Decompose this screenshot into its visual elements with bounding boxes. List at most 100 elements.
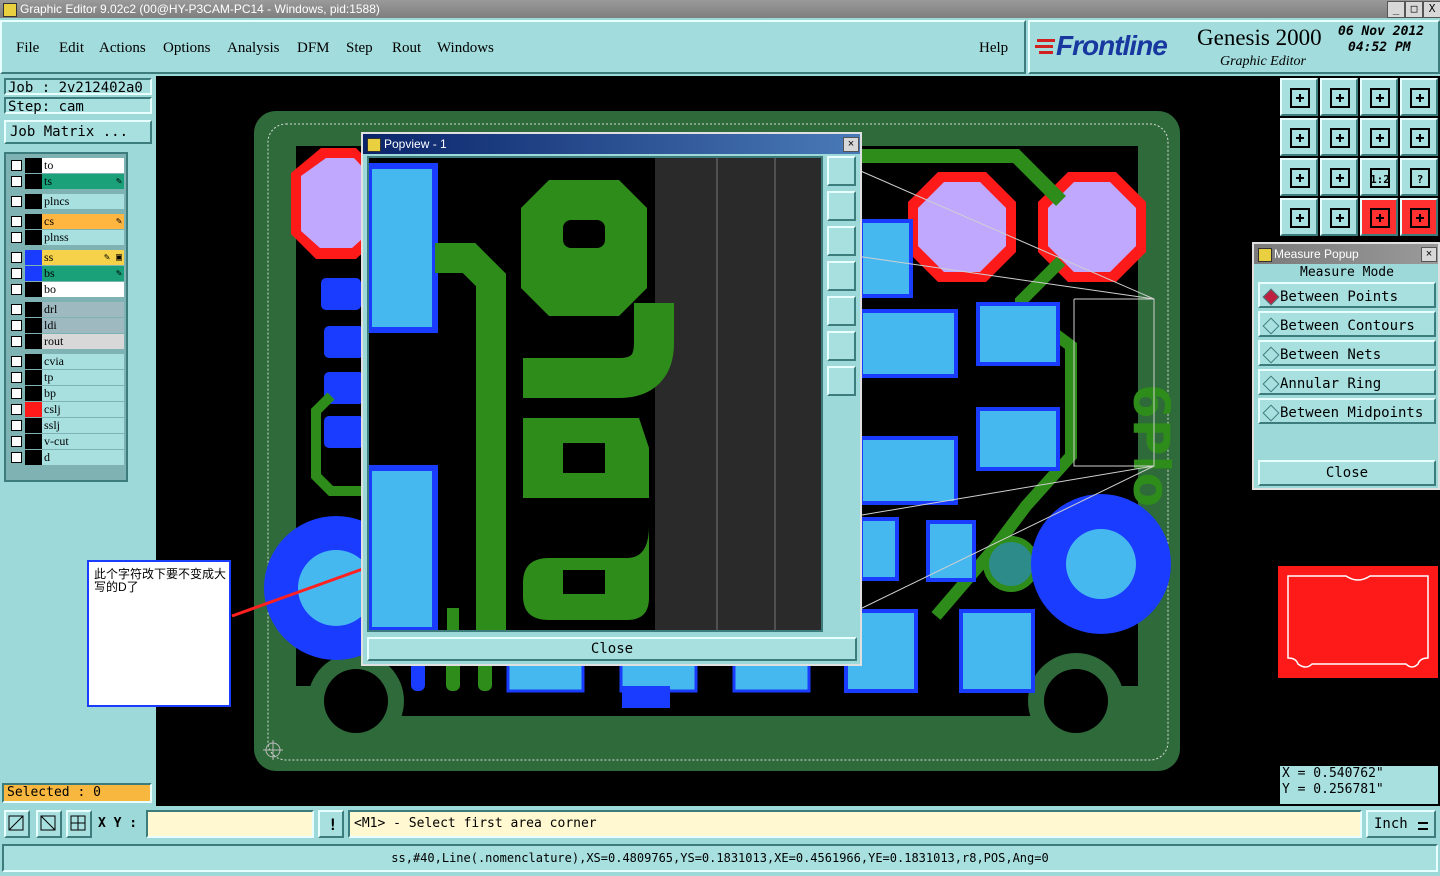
radio-diamond-icon[interactable] (1262, 404, 1280, 422)
layer-checkbox[interactable] (11, 420, 22, 431)
menu-analysis[interactable]: Analysis (227, 40, 280, 57)
snap-alt-icon[interactable] (1400, 198, 1438, 236)
layer-name[interactable]: cvia (42, 354, 124, 369)
layer-name[interactable]: ts (42, 174, 124, 189)
layer-color-swatch[interactable] (25, 194, 42, 209)
layer-row-bp[interactable]: bp (8, 386, 126, 401)
layer-checkbox[interactable] (11, 268, 22, 279)
maximize-button[interactable]: □ (1405, 1, 1423, 18)
layer-row-bs[interactable]: bs ✎ (8, 266, 126, 281)
layer-color-swatch[interactable] (25, 334, 42, 349)
layer-name[interactable]: ldi (42, 318, 124, 333)
layer-checkbox[interactable] (11, 356, 22, 367)
layer-checkbox[interactable] (11, 232, 22, 243)
snap-icon[interactable] (1360, 198, 1398, 236)
center-icon[interactable] (1320, 158, 1358, 196)
measure-option-between-midpoints[interactable]: Between Midpoints (1258, 398, 1436, 424)
layer-name[interactable]: d (42, 450, 124, 465)
popview-close-icon[interactable]: × (843, 137, 859, 152)
layer-color-swatch[interactable] (25, 354, 42, 369)
layer-checkbox[interactable] (11, 372, 22, 383)
layer-color-swatch[interactable] (25, 418, 42, 433)
job-matrix-button[interactable]: Job Matrix ... (4, 120, 152, 144)
layer-checkbox[interactable] (11, 452, 22, 463)
measure-close-button[interactable]: Close (1258, 460, 1436, 486)
board-mini-view[interactable] (1278, 566, 1438, 678)
menu-step[interactable]: Step (346, 40, 373, 57)
layer-checkbox[interactable] (11, 252, 22, 263)
layer-color-swatch[interactable] (25, 174, 42, 189)
layer-checkbox[interactable] (11, 388, 22, 399)
layer-checkbox[interactable] (11, 160, 22, 171)
radio-diamond-icon[interactable] (1262, 375, 1280, 393)
layer-checkbox[interactable] (11, 284, 22, 295)
layer-row-sslj[interactable]: sslj (8, 418, 126, 433)
layer-color-swatch[interactable] (25, 370, 42, 385)
layer-color-swatch[interactable] (25, 450, 42, 465)
measure-close-icon[interactable]: × (1421, 247, 1437, 262)
layer-name[interactable]: cslj (42, 402, 124, 417)
layer-row-to[interactable]: to (8, 158, 126, 173)
layer-checkbox[interactable] (11, 196, 22, 207)
help-icon[interactable]: ? (1400, 158, 1438, 196)
fit-icon[interactable] (1400, 78, 1438, 116)
pan-right-icon[interactable] (1320, 118, 1358, 156)
popview-zoom-icon[interactable] (827, 156, 856, 186)
layer-name[interactable]: bp (42, 386, 124, 401)
layer-row-plncs[interactable]: plncs (8, 194, 126, 209)
layer-name[interactable]: rout (42, 334, 124, 349)
popview-pan-up-icon[interactable] (827, 191, 856, 221)
layer-name[interactable]: sslj (42, 418, 124, 433)
layer-color-swatch[interactable] (25, 386, 42, 401)
layer-color-swatch[interactable] (25, 434, 42, 449)
measure-option-annular-ring[interactable]: Annular Ring (1258, 369, 1436, 395)
layer-row-bo[interactable]: bo (8, 282, 126, 297)
popview-zoom-view[interactable] (366, 158, 821, 633)
layer-color-swatch[interactable] (25, 158, 42, 173)
measure-icon[interactable] (1280, 198, 1318, 236)
layer-row-d[interactable]: d (8, 450, 126, 465)
layer-row-tp[interactable]: tp (8, 370, 126, 385)
layer-row-cvia[interactable]: cvia (8, 354, 126, 369)
xy-input[interactable] (146, 810, 314, 838)
popview-pan-left-icon[interactable] (827, 261, 856, 291)
popview-pan-right-icon[interactable] (827, 296, 856, 326)
layer-row-drl[interactable]: drl (8, 302, 126, 317)
layer-row-rout[interactable]: rout (8, 334, 126, 349)
layer-name[interactable]: bs (42, 266, 124, 281)
layer-checkbox[interactable] (11, 216, 22, 227)
layer-row-ts[interactable]: ts ✎ (8, 174, 126, 189)
layer-color-swatch[interactable] (25, 402, 42, 417)
radio-diamond-icon[interactable] (1262, 317, 1280, 335)
layer-row-v-cut[interactable]: v-cut (8, 434, 126, 449)
layer-row-ldi[interactable]: ldi (8, 318, 126, 333)
menu-windows[interactable]: Windows (437, 40, 494, 57)
radio-diamond-icon[interactable] (1262, 346, 1280, 364)
popview-close-button[interactable]: Close (367, 637, 857, 661)
layer-row-plnss[interactable]: plnss (8, 230, 126, 245)
menu-edit[interactable]: Edit (59, 40, 84, 57)
menu-rout[interactable]: Rout (392, 40, 421, 57)
zoom-home-icon[interactable] (1280, 78, 1318, 116)
layer-name[interactable]: plncs (42, 194, 124, 209)
minimize-button[interactable]: _ (1387, 1, 1405, 18)
layer-name[interactable]: drl (42, 302, 124, 317)
layer-checkbox[interactable] (11, 320, 22, 331)
layer-row-cslj[interactable]: cslj (8, 402, 126, 417)
layer-name[interactable]: v-cut (42, 434, 124, 449)
menu-options[interactable]: Options (163, 40, 211, 57)
redraw-icon[interactable] (1400, 118, 1438, 156)
menu-actions[interactable]: Actions (99, 40, 146, 57)
layer-checkbox[interactable] (11, 176, 22, 187)
layer-color-swatch[interactable] (25, 230, 42, 245)
layer-checkbox[interactable] (11, 404, 22, 415)
snap-mode-icon[interactable] (36, 810, 62, 838)
popview-fit-icon[interactable] (827, 331, 856, 361)
info-icon[interactable]: ! (318, 810, 344, 838)
layer-color-swatch[interactable] (25, 302, 42, 317)
undo-zoom-icon[interactable] (1360, 118, 1398, 156)
layer-color-swatch[interactable] (25, 250, 42, 265)
layer-name[interactable]: to (42, 158, 124, 173)
layer-name[interactable]: tp (42, 370, 124, 385)
layer-checkbox[interactable] (11, 336, 22, 347)
